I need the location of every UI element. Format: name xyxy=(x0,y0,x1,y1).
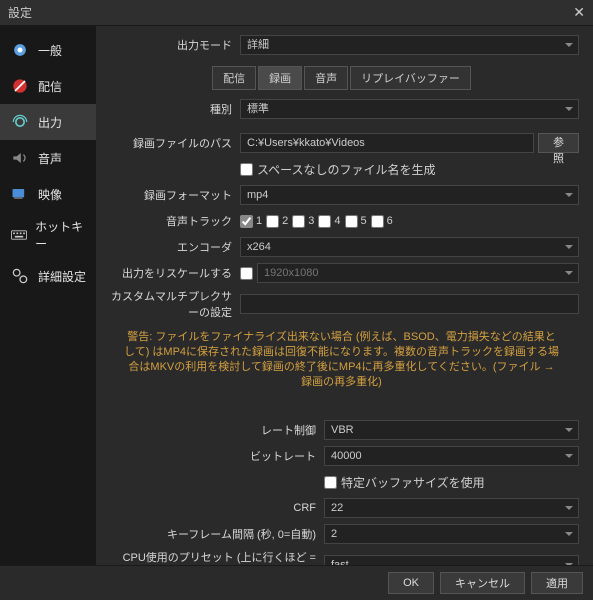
crf-label: CRF xyxy=(104,502,324,514)
keyframe-input[interactable] xyxy=(324,524,579,544)
muxer-label: カスタムマルチプレクサーの設定 xyxy=(104,288,240,320)
dialog-footer: OK キャンセル 適用 xyxy=(0,565,593,599)
output-mode-select[interactable]: 詳細 xyxy=(240,35,579,55)
output-icon xyxy=(8,110,32,134)
nospace-label: スペースなしのファイル名を生成 xyxy=(257,161,436,178)
rate-control-select[interactable]: VBR xyxy=(324,420,579,440)
format-label: 録画フォーマット xyxy=(104,187,240,203)
custom-buffer-label: 特定バッファサイズを使用 xyxy=(341,474,485,491)
muxer-input[interactable] xyxy=(240,294,579,314)
apply-button[interactable]: 適用 xyxy=(531,572,583,594)
mp4-warning: 警告: ファイルをファイナライズ出来ない場合 (例えば、BSOD、電力損失などの… xyxy=(104,324,579,395)
tab-audio[interactable]: 音声 xyxy=(304,66,348,90)
rescale-checkbox[interactable] xyxy=(240,267,253,280)
custom-buffer-checkbox[interactable] xyxy=(324,476,337,489)
sidebar-item-label: 出力 xyxy=(38,114,62,131)
cancel-button[interactable]: キャンセル xyxy=(440,572,525,594)
advanced-icon xyxy=(8,264,32,288)
stream-icon xyxy=(8,74,32,98)
browse-button[interactable]: 参照 xyxy=(538,133,579,153)
sidebar-item-output[interactable]: 出力 xyxy=(0,104,96,140)
track-6-checkbox[interactable] xyxy=(371,215,384,228)
track-3-checkbox[interactable] xyxy=(292,215,305,228)
tracks-label: 音声トラック xyxy=(104,213,240,229)
sidebar-item-label: 映像 xyxy=(38,186,62,203)
sidebar-item-label: 詳細設定 xyxy=(38,268,86,285)
sidebar-item-label: ホットキー xyxy=(35,218,88,252)
output-mode-label: 出力モード xyxy=(104,37,240,53)
audio-icon xyxy=(8,146,32,170)
output-tabs: 配信 録画 音声 リプレイバッファー xyxy=(104,66,579,90)
keyframe-label: キーフレーム間隔 (秒, 0=自動) xyxy=(104,526,324,542)
sidebar-item-stream[interactable]: 配信 xyxy=(0,68,96,104)
sidebar-item-label: 音声 xyxy=(38,150,62,167)
rescale-label: 出力をリスケールする xyxy=(104,265,240,281)
track-4-checkbox[interactable] xyxy=(318,215,331,228)
sidebar-item-audio[interactable]: 音声 xyxy=(0,140,96,176)
rescale-input xyxy=(257,263,579,283)
rec-path-input[interactable] xyxy=(240,133,534,153)
track-1-checkbox[interactable] xyxy=(240,215,253,228)
gear-icon xyxy=(8,38,32,62)
close-icon[interactable]: ✕ xyxy=(573,4,585,21)
tab-replay[interactable]: リプレイバッファー xyxy=(350,66,471,90)
video-icon xyxy=(8,182,32,206)
sidebar-item-advanced[interactable]: 詳細設定 xyxy=(0,258,96,294)
encoder-label: エンコーダ xyxy=(104,239,240,255)
crf-input[interactable] xyxy=(324,498,579,518)
window-title: 設定 xyxy=(8,4,573,21)
track-2-checkbox[interactable] xyxy=(266,215,279,228)
sidebar: 一般 配信 出力 音声 映像 ホットキー 詳細設定 xyxy=(0,26,96,565)
sidebar-item-hotkeys[interactable]: ホットキー xyxy=(0,212,96,258)
sidebar-item-general[interactable]: 一般 xyxy=(0,32,96,68)
titlebar: 設定 ✕ xyxy=(0,0,593,26)
cpu-preset-label: CPU使用のプリセット (上に行くほど = CPU使用低い) xyxy=(104,549,324,565)
sidebar-item-video[interactable]: 映像 xyxy=(0,176,96,212)
bitrate-label: ビットレート xyxy=(104,448,324,464)
rec-path-label: 録画ファイルのパス xyxy=(104,135,240,151)
bitrate-input[interactable] xyxy=(324,446,579,466)
cpu-preset-select[interactable]: fast xyxy=(324,555,579,565)
tab-record[interactable]: 録画 xyxy=(258,66,302,90)
type-label: 種別 xyxy=(104,101,240,117)
encoder-select[interactable]: x264 xyxy=(240,237,579,257)
nospace-checkbox[interactable] xyxy=(240,163,253,176)
track-5-checkbox[interactable] xyxy=(345,215,358,228)
ok-button[interactable]: OK xyxy=(388,572,434,594)
rate-control-label: レート制御 xyxy=(104,422,324,438)
sidebar-item-label: 一般 xyxy=(38,42,62,59)
tab-stream[interactable]: 配信 xyxy=(212,66,256,90)
sidebar-item-label: 配信 xyxy=(38,78,62,95)
type-select[interactable]: 標準 xyxy=(240,99,579,119)
hotkey-icon xyxy=(8,223,29,247)
content-panel: 出力モード 詳細 配信 録画 音声 リプレイバッファー 種別 標準 録画ファイル… xyxy=(96,26,593,565)
format-select[interactable]: mp4 xyxy=(240,185,579,205)
